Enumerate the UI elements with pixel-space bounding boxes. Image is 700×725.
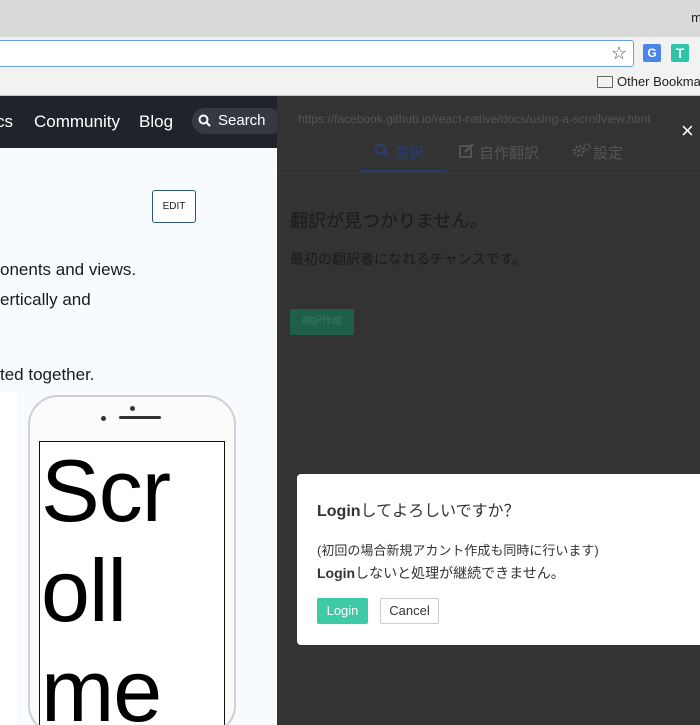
browser-titlebar: m (0, 0, 700, 37)
dialog-warning-rest: しないと処理が継続できません。 (355, 565, 565, 581)
dialog-title: Loginしてよろしいですか？ (317, 497, 520, 521)
gears-icon (573, 143, 593, 162)
panel-url: https://facebook.github.io/react-native/… (298, 112, 651, 126)
folder-icon (597, 76, 613, 88)
close-icon[interactable]: × (681, 120, 694, 142)
search-icon (198, 114, 211, 127)
star-icon[interactable]: ☆ (611, 43, 627, 63)
cancel-button[interactable]: Cancel (380, 598, 439, 624)
address-bar[interactable] (0, 40, 634, 67)
tab-divider (277, 173, 700, 174)
no-translation-heading: 翻訳が見つかりません。 (290, 211, 488, 231)
search-icon (374, 143, 394, 162)
dialog-note: (初回の場合新規アカント作成も同時に行います) (317, 543, 599, 558)
create-translation-button[interactable]: 翻訳作成 (290, 309, 354, 335)
translate-extension-icon[interactable]: G (643, 44, 661, 62)
tab-label: 選択 (394, 145, 425, 162)
nav-item-community[interactable]: Community (34, 112, 120, 132)
phone-camera (130, 406, 135, 411)
body-text-line: ertically and (0, 290, 91, 309)
scroll-demo-text: oll (41, 541, 127, 640)
body-text-line: onents and views. (0, 260, 137, 279)
login-button[interactable]: Login (317, 598, 368, 624)
dialog-title-bold: Login (317, 503, 361, 520)
profile-name[interactable]: m (691, 10, 700, 25)
phone-speaker (119, 416, 161, 419)
code-panel (0, 392, 17, 725)
phone-sensor (101, 416, 106, 421)
dialog-warning-bold: Login (317, 565, 356, 581)
tab-own-translation[interactable]: 自作翻訳 (459, 142, 539, 172)
tab-settings[interactable]: 設定 (573, 142, 623, 172)
search-label: Search (218, 112, 266, 129)
nav-item-docs[interactable]: cs (0, 112, 13, 132)
t-extension-icon[interactable]: T (671, 44, 689, 62)
tab-label: 自作翻訳 (479, 145, 540, 162)
edit-button[interactable]: EDIT (152, 190, 196, 223)
scroll-demo-text: Scr (41, 441, 171, 540)
dialog-title-rest: してよろしいですか？ (360, 503, 520, 520)
body-text-line: ted together. (0, 365, 95, 384)
first-translator-text: 最初の翻訳者になれるチャンスです。 (290, 251, 527, 267)
nav-item-blog[interactable]: Blog (139, 112, 173, 132)
tab-label: 設定 (593, 145, 624, 162)
browser-toolbar (0, 37, 700, 70)
scroll-demo-text: me (41, 641, 162, 725)
dialog-warning: Loginしないと処理が継続できません。 (317, 563, 565, 583)
edit-icon (459, 143, 479, 162)
bookmarks-bar (0, 70, 700, 96)
tab-select[interactable]: 選択 (360, 142, 446, 172)
other-bookmarks-link[interactable]: Other Bookmarks (617, 74, 700, 89)
